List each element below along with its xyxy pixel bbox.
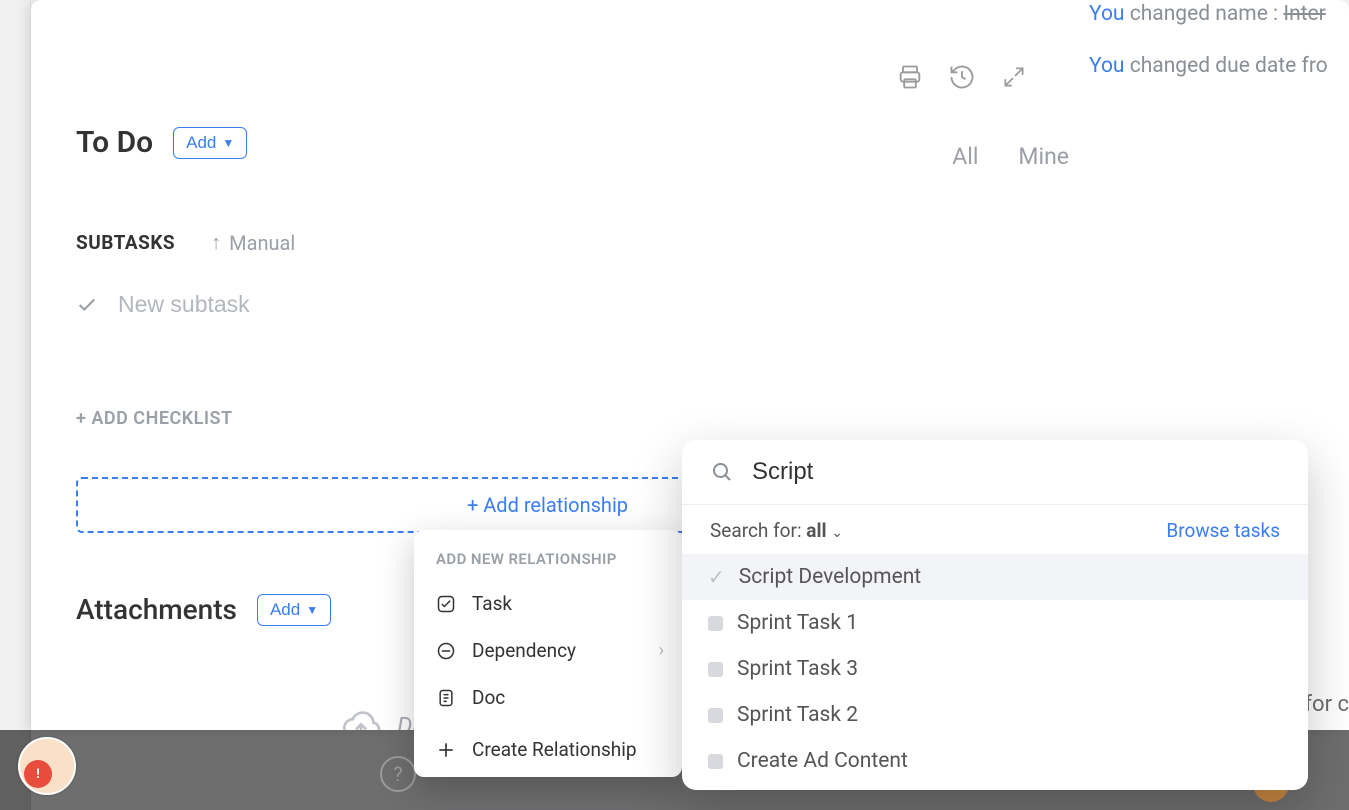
activity-entry: You changed due date fro: [1089, 54, 1349, 78]
search-result-item[interactable]: Sprint Task 2: [682, 692, 1308, 738]
subtasks-sort-button[interactable]: ↑ Manual: [211, 230, 295, 255]
result-label: Sprint Task 2: [737, 703, 858, 727]
history-icon[interactable]: [947, 62, 977, 92]
subtasks-sort-label: Manual: [229, 231, 295, 255]
menu-item-label: Task: [472, 592, 512, 615]
add-relationship-label: + Add relationship: [467, 493, 628, 517]
attachments-title: Attachments: [76, 593, 237, 626]
relationship-menu: ADD NEW RELATIONSHIP Task Dependency › D…: [414, 530, 682, 777]
search-result-item[interactable]: Create Ad Content: [682, 738, 1308, 784]
status-add-label: Add: [186, 133, 216, 153]
search-scope[interactable]: Search for: all ⌄: [710, 519, 843, 542]
partial-text-right: for c: [1304, 692, 1349, 717]
menu-item-label: Doc: [472, 686, 505, 709]
relationship-menu-item-dependency[interactable]: Dependency ›: [414, 627, 682, 674]
status-header: To Do Add ▼: [76, 125, 1019, 160]
activity-entry: You changed name : Inter: [1089, 2, 1349, 26]
add-checklist-button[interactable]: + ADD CHECKLIST: [76, 408, 1019, 429]
result-label: Sprint Task 1: [737, 611, 858, 635]
result-label: Create Ad Content: [737, 749, 908, 773]
caret-down-icon: ▼: [222, 136, 234, 150]
panel-toolbar: [895, 62, 1029, 92]
task-search-input[interactable]: [752, 458, 1280, 486]
result-label: Sprint Task 3: [737, 657, 858, 681]
relationship-menu-title: ADD NEW RELATIONSHIP: [414, 544, 682, 580]
status-dot-icon: [708, 662, 723, 677]
print-icon[interactable]: [895, 62, 925, 92]
check-icon: ✓: [708, 565, 725, 589]
caret-down-icon: ▼: [306, 603, 318, 617]
dependency-icon: [436, 641, 456, 661]
chevron-down-icon: ⌄: [831, 525, 843, 541]
activity-user: You: [1089, 54, 1125, 78]
search-results: ✓ Script Development Sprint Task 1 Sprin…: [682, 552, 1308, 790]
subtasks-header: SUBTASKS ↑ Manual: [76, 230, 1019, 255]
activity-tabs: All Mine: [952, 143, 1069, 170]
status-dot-icon: [708, 616, 723, 631]
create-relationship-button[interactable]: Create Relationship: [414, 722, 682, 767]
upload-cloud-icon: [341, 706, 381, 730]
task-search-popover: Search for: all ⌄ Browse tasks ✓ Script …: [682, 440, 1308, 790]
attachments-add-label: Add: [270, 600, 300, 620]
status-title: To Do: [76, 125, 153, 160]
left-sidebar-strip: [0, 0, 31, 810]
activity-text: changed name :: [1130, 2, 1284, 26]
menu-item-label: Dependency: [472, 639, 576, 662]
search-icon: [710, 460, 734, 484]
status-dot-icon: [708, 754, 723, 769]
search-scope-label: Search for:: [710, 519, 802, 542]
activity-user: You: [1089, 2, 1125, 26]
relationship-menu-item-task[interactable]: Task: [414, 580, 682, 627]
task-icon: [436, 594, 456, 614]
subtasks-label: SUBTASKS: [76, 231, 175, 254]
alert-badge-text: !: [36, 767, 40, 782]
plus-icon: [436, 740, 456, 760]
result-label: Script Development: [739, 565, 921, 589]
new-subtask-input[interactable]: [118, 291, 518, 318]
activity-text: changed due date fro: [1130, 54, 1328, 78]
tab-mine[interactable]: Mine: [1018, 143, 1069, 170]
doc-icon: [436, 688, 456, 708]
search-result-item[interactable]: Sprint Task 3: [682, 646, 1308, 692]
attachments-add-button[interactable]: Add ▼: [257, 594, 331, 626]
search-row: [682, 440, 1308, 505]
alert-badge[interactable]: !: [24, 760, 52, 788]
help-icon[interactable]: ?: [380, 756, 416, 792]
browse-tasks-link[interactable]: Browse tasks: [1166, 519, 1280, 542]
search-result-item[interactable]: Sprint Task 1: [682, 600, 1308, 646]
search-filter-row: Search for: all ⌄ Browse tasks: [682, 505, 1308, 552]
search-scope-value: all: [806, 519, 826, 542]
relationship-menu-item-doc[interactable]: Doc: [414, 674, 682, 721]
status-dot-icon: [708, 708, 723, 723]
create-relationship-label: Create Relationship: [472, 738, 637, 761]
arrow-up-icon: ↑: [211, 230, 221, 255]
tab-all[interactable]: All: [952, 143, 978, 170]
check-icon: [76, 294, 98, 316]
search-result-item[interactable]: ✓ Script Development: [682, 554, 1308, 600]
chevron-right-icon: ›: [659, 640, 664, 661]
activity-feed: You changed name : Inter You changed due…: [1089, 0, 1349, 106]
status-add-button[interactable]: Add ▼: [173, 127, 247, 159]
activity-old-value: Inter: [1283, 2, 1325, 26]
expand-icon[interactable]: [999, 62, 1029, 92]
new-subtask-row[interactable]: [76, 291, 1019, 318]
